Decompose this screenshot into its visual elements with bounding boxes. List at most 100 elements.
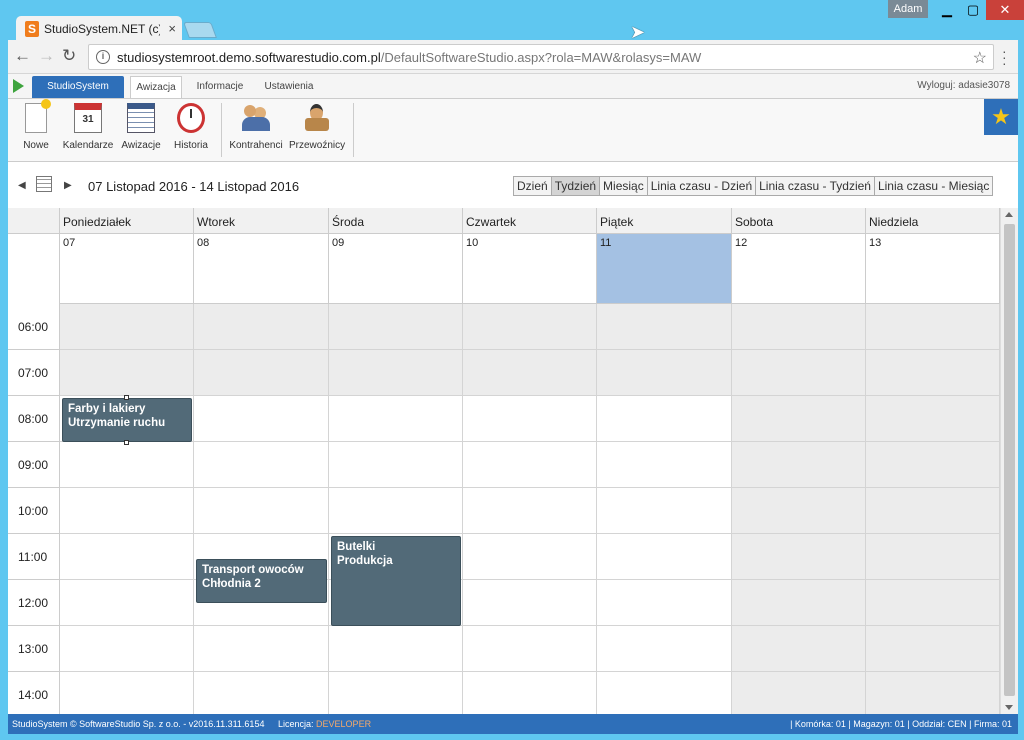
ribbon-new-button[interactable]: Nowe bbox=[8, 99, 64, 151]
time-slot[interactable] bbox=[597, 488, 732, 534]
time-slot[interactable] bbox=[597, 396, 732, 442]
time-slot[interactable] bbox=[463, 534, 597, 580]
view-day-button[interactable]: Dzień bbox=[513, 176, 552, 196]
address-bar[interactable]: i studiosystemroot.demo.softwarestudio.c… bbox=[88, 44, 994, 70]
favorites-star-icon[interactable]: ★ bbox=[984, 99, 1018, 135]
view-week-button[interactable]: Tydzień bbox=[550, 176, 601, 196]
scroll-down-icon[interactable] bbox=[1005, 705, 1013, 710]
reload-icon[interactable]: ↻ bbox=[62, 46, 76, 66]
new-tab-button[interactable] bbox=[183, 22, 217, 38]
time-slot[interactable] bbox=[194, 396, 329, 442]
date-cell[interactable]: 12 bbox=[732, 234, 866, 304]
time-slot[interactable] bbox=[60, 626, 194, 672]
previous-week-icon[interactable]: ◀ bbox=[18, 180, 26, 191]
time-slot[interactable] bbox=[329, 672, 463, 714]
bookmark-star-icon[interactable]: ☆ bbox=[973, 48, 987, 68]
browser-menu-icon[interactable]: · · · bbox=[1002, 44, 1007, 70]
time-slot[interactable] bbox=[732, 304, 866, 350]
time-slot[interactable] bbox=[194, 488, 329, 534]
time-slot[interactable] bbox=[732, 626, 866, 672]
time-slot[interactable] bbox=[60, 442, 194, 488]
time-slot[interactable] bbox=[194, 626, 329, 672]
date-cell[interactable]: 13 bbox=[866, 234, 1000, 304]
date-cell[interactable]: 08 bbox=[194, 234, 329, 304]
time-slot[interactable] bbox=[732, 534, 866, 580]
play-icon[interactable] bbox=[13, 79, 24, 93]
time-slot[interactable] bbox=[329, 488, 463, 534]
view-month-button[interactable]: Miesiąc bbox=[599, 176, 648, 196]
calendar-event[interactable]: Farby i lakiery Utrzymanie ruchu bbox=[62, 398, 192, 442]
time-slot[interactable] bbox=[463, 442, 597, 488]
site-info-icon[interactable]: i bbox=[96, 50, 110, 64]
time-slot[interactable] bbox=[866, 626, 1000, 672]
time-slot[interactable] bbox=[194, 672, 329, 714]
date-cell[interactable]: 11 bbox=[597, 234, 732, 304]
scroll-up-icon[interactable] bbox=[1005, 212, 1013, 217]
time-slot[interactable] bbox=[194, 304, 329, 350]
time-slot[interactable] bbox=[732, 396, 866, 442]
time-slot[interactable] bbox=[463, 672, 597, 714]
minimize-window-icon[interactable]: ▁ bbox=[934, 0, 960, 20]
time-slot[interactable] bbox=[463, 626, 597, 672]
ribbon-contractors-button[interactable]: Kontrahenci bbox=[228, 103, 284, 151]
time-slot[interactable] bbox=[866, 488, 1000, 534]
scroll-thumb[interactable] bbox=[1004, 224, 1015, 696]
calendar-scrollbar[interactable] bbox=[1000, 208, 1018, 714]
time-slot[interactable] bbox=[866, 672, 1000, 714]
time-slot[interactable] bbox=[60, 304, 194, 350]
tab-awizacja[interactable]: Awizacja bbox=[130, 76, 182, 98]
time-slot[interactable] bbox=[732, 580, 866, 626]
time-slot[interactable] bbox=[732, 488, 866, 534]
view-timeline-day-button[interactable]: Linia czasu - Dzień bbox=[646, 176, 757, 196]
tab-informacje[interactable]: Informacje bbox=[192, 76, 248, 98]
time-slot[interactable] bbox=[866, 442, 1000, 488]
date-picker-icon[interactable] bbox=[36, 176, 52, 192]
time-slot[interactable] bbox=[329, 304, 463, 350]
time-slot[interactable] bbox=[597, 534, 732, 580]
time-slot[interactable] bbox=[329, 350, 463, 396]
date-cell[interactable]: 09 bbox=[329, 234, 463, 304]
time-slot[interactable] bbox=[60, 672, 194, 714]
ribbon-carriers-button[interactable]: Przewoźnicy bbox=[289, 103, 345, 151]
time-slot[interactable] bbox=[866, 304, 1000, 350]
time-slot[interactable] bbox=[60, 350, 194, 396]
maximize-window-icon[interactable]: ▢ bbox=[960, 0, 986, 20]
time-slot[interactable] bbox=[732, 672, 866, 714]
time-slot[interactable] bbox=[60, 488, 194, 534]
time-slot[interactable] bbox=[329, 626, 463, 672]
view-timeline-week-button[interactable]: Linia czasu - Tydzień bbox=[755, 176, 875, 196]
time-slot[interactable] bbox=[866, 580, 1000, 626]
ribbon-notices-button[interactable]: Awizacje bbox=[113, 103, 169, 151]
time-slot[interactable] bbox=[866, 396, 1000, 442]
time-slot[interactable] bbox=[597, 350, 732, 396]
time-slot[interactable] bbox=[60, 580, 194, 626]
time-slot[interactable] bbox=[597, 442, 732, 488]
time-slot[interactable] bbox=[60, 534, 194, 580]
time-slot[interactable] bbox=[463, 488, 597, 534]
time-slot[interactable] bbox=[866, 534, 1000, 580]
tab-ustawienia[interactable]: Ustawienia bbox=[260, 76, 318, 98]
time-slot[interactable] bbox=[329, 396, 463, 442]
time-slot[interactable] bbox=[194, 442, 329, 488]
time-slot[interactable] bbox=[732, 442, 866, 488]
resize-handle[interactable] bbox=[124, 440, 129, 445]
tab-studiosystem[interactable]: StudioSystem bbox=[32, 76, 124, 98]
browser-user-badge[interactable]: Adam bbox=[888, 0, 928, 18]
time-slot[interactable] bbox=[732, 350, 866, 396]
calendar-event[interactable]: Transport owoców Chłodnia 2 bbox=[196, 559, 327, 603]
browser-tab[interactable]: S StudioSystem.NET (c) So × bbox=[16, 16, 182, 42]
date-cell[interactable]: 10 bbox=[463, 234, 597, 304]
close-tab-icon[interactable]: × bbox=[168, 21, 176, 36]
time-slot[interactable] bbox=[597, 626, 732, 672]
time-slot[interactable] bbox=[194, 350, 329, 396]
close-window-icon[interactable]: ✕ bbox=[986, 0, 1024, 20]
time-slot[interactable] bbox=[597, 672, 732, 714]
date-cell[interactable]: 07 bbox=[60, 234, 194, 304]
ribbon-calendars-button[interactable]: 31 Kalendarze bbox=[60, 103, 116, 151]
time-slot[interactable] bbox=[463, 580, 597, 626]
logout-link[interactable]: Wyloguj: adasie3078 bbox=[917, 80, 1010, 91]
time-slot[interactable] bbox=[329, 442, 463, 488]
time-slot[interactable] bbox=[597, 304, 732, 350]
time-slot[interactable] bbox=[463, 304, 597, 350]
time-slot[interactable] bbox=[463, 396, 597, 442]
